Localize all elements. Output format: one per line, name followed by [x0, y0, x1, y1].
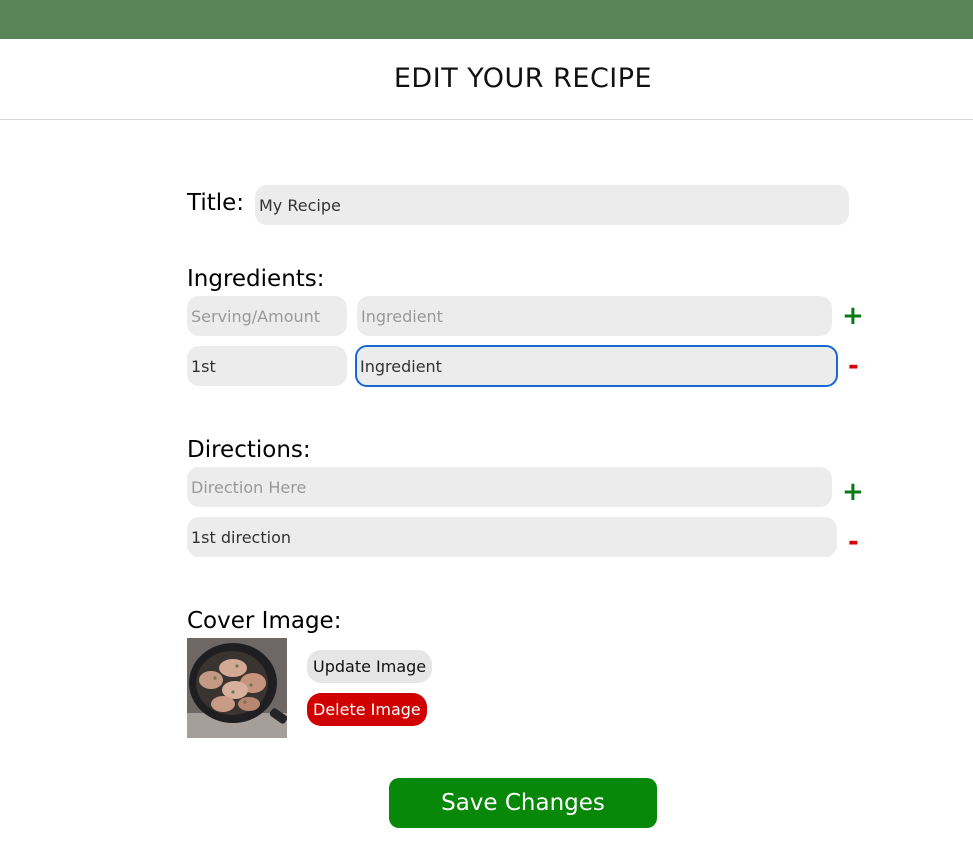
direction-input[interactable]	[187, 517, 837, 557]
ingredients-label: Ingredients:	[187, 266, 325, 292]
ingredient-name-input[interactable]	[355, 345, 838, 387]
update-image-button[interactable]: Update Image	[307, 650, 433, 683]
remove-ingredient-icon[interactable]: -	[848, 353, 859, 379]
new-direction-input[interactable]	[187, 467, 832, 507]
ingredient-amount-input[interactable]	[187, 346, 347, 386]
title-label: Title:	[187, 190, 245, 216]
save-changes-button[interactable]: Save Changes	[389, 778, 657, 828]
top-bar	[0, 0, 973, 39]
remove-direction-icon[interactable]: -	[848, 529, 859, 555]
new-amount-input[interactable]	[187, 296, 347, 336]
directions-label: Directions:	[187, 437, 311, 463]
add-ingredient-icon[interactable]: +	[842, 303, 864, 329]
delete-image-button[interactable]: Delete Image	[307, 693, 427, 726]
page-header: EDIT YOUR RECIPE	[0, 39, 973, 120]
cover-image-thumbnail	[187, 638, 287, 738]
title-input[interactable]	[255, 185, 849, 225]
page-title: EDIT YOUR RECIPE	[393, 63, 653, 94]
new-ingredient-input[interactable]	[357, 296, 832, 336]
add-direction-icon[interactable]: +	[842, 479, 864, 505]
food-photo-icon	[187, 638, 287, 738]
cover-image-label: Cover Image:	[187, 608, 342, 634]
